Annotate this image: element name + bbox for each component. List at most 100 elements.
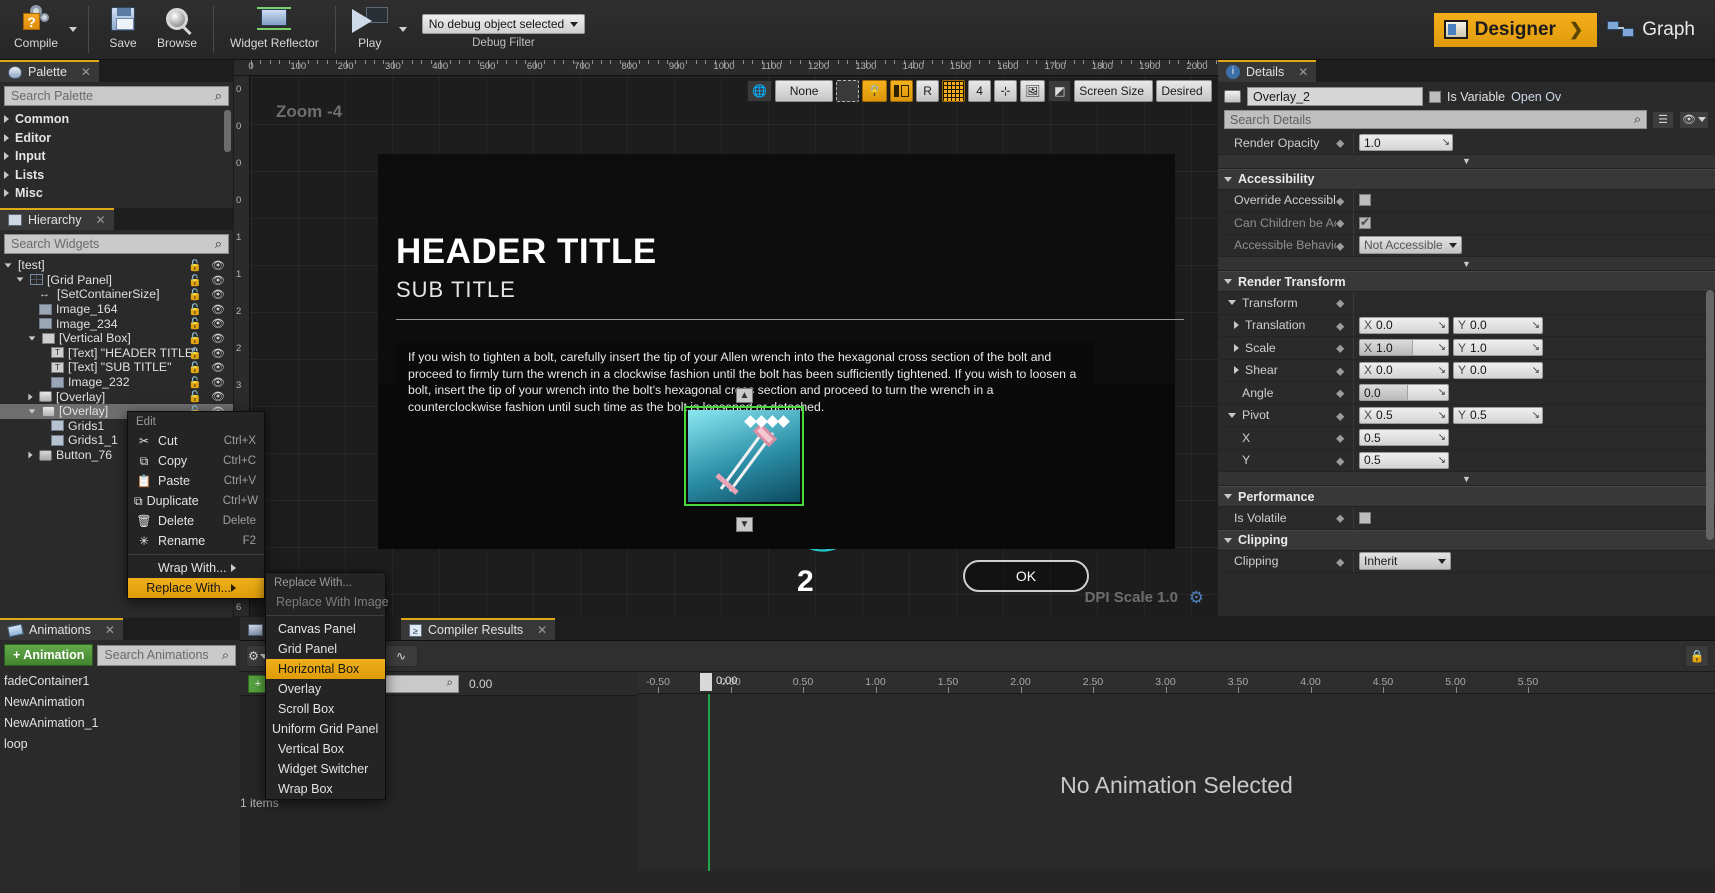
palette-category-misc[interactable]: Misc [0,184,233,203]
eye-icon[interactable]: 👁 [211,376,225,389]
hierarchy-row[interactable]: [Overlay]🔓👁 [0,389,233,404]
reset-arrow-icon[interactable]: ⬥ [1336,386,1349,400]
details-section-header[interactable]: Accessibility [1218,168,1715,190]
globe-icon[interactable]: 🌐 [747,80,773,102]
reset-arrow-icon[interactable]: ⬥ [1336,431,1349,445]
eye-icon[interactable]: 👁 [211,361,225,374]
animation-list-item[interactable]: NewAnimation [0,691,240,712]
grid-snap-size[interactable]: 4 [968,80,992,102]
details-list-view-button[interactable]: ☰ [1652,110,1674,129]
section-collapse-handle[interactable]: ▼ [1218,154,1715,169]
widget-reflector-button[interactable]: Widget Reflector [222,0,327,59]
number-input[interactable]: 0.5 ↘ [1359,451,1449,469]
reset-arrow-icon[interactable]: ⬥ [1336,319,1349,333]
fill-screen-icon[interactable]: ⊹ [994,80,1018,102]
mode-graph[interactable]: Graph [1597,13,1709,47]
gear-icon[interactable]: ⚙ [1189,588,1204,608]
chevron-right-icon[interactable] [28,393,33,401]
spinner-icon[interactable]: ↘ [1532,342,1540,353]
chevron-down-icon[interactable] [1224,279,1232,284]
close-icon[interactable]: ✕ [1298,65,1308,79]
number-input[interactable]: 0.0 ↘ [1359,384,1449,402]
eye-icon[interactable]: 👁 [211,317,225,330]
replace-option-overlay[interactable]: Overlay [266,679,385,699]
dashed-box-icon[interactable] [836,80,860,102]
lock-icon[interactable]: 🔓 [188,347,202,360]
hierarchy-row[interactable]: [Vertical Box] 🔓 👁 [0,331,233,346]
spinner-icon[interactable]: ↘ [1438,387,1446,398]
spinner-icon[interactable]: ↘ [1442,137,1450,148]
tab-hierarchy[interactable]: Hierarchy ✕ [0,208,114,230]
chevron-down-icon[interactable] [1224,537,1232,543]
reset-arrow-icon[interactable]: ⬥ [1336,409,1349,423]
reset-arrow-icon[interactable]: ⬥ [1336,296,1349,310]
browse-button[interactable]: Browse [149,0,205,59]
grid-snap-icon[interactable] [942,80,966,102]
reset-arrow-icon[interactable]: ⬥ [1336,511,1349,525]
resize-handle-top[interactable]: ▲ [736,388,753,403]
menu-item-replace-with[interactable]: Replace With... [128,578,264,598]
preview-ok-button[interactable]: OK [963,560,1089,592]
eye-icon[interactable]: 👁 [211,274,225,287]
chevron-down-icon[interactable] [4,263,12,268]
localization-icon[interactable] [890,80,914,102]
timeline-curve-editor-button[interactable]: ∿ [384,645,418,667]
menu-item-copy[interactable]: ⧉ Copy Ctrl+C [128,451,264,471]
play-button[interactable]: Play [344,0,396,59]
lock-icon[interactable]: 🔓 [188,376,202,389]
menu-item-duplicate[interactable]: ⧉ Duplicate Ctrl+W [128,491,264,511]
reset-arrow-icon[interactable]: ⬥ [1336,216,1349,230]
image-icon[interactable]: 🖼 [1020,80,1046,102]
hierarchy-row[interactable]: T [Text] "SUB TITLE" 🔓 👁 [0,360,233,375]
spinner-icon[interactable]: ↘ [1438,410,1446,421]
is-variable-checkbox[interactable] [1429,90,1441,103]
palette-category-lists[interactable]: Lists [0,166,233,185]
chevron-right-icon[interactable] [1234,343,1239,352]
rtl-toggle-button[interactable]: R [916,80,940,102]
number-input[interactable]: X 1.0 ↘ [1359,339,1449,357]
menu-item-wrap-with[interactable]: Wrap With... [128,558,264,578]
animation-list-item[interactable]: loop [0,733,240,754]
eye-icon[interactable]: 👁 [211,332,225,345]
palette-category-common[interactable]: Common [0,110,233,129]
screen-size-dropdown[interactable]: Screen Size [1074,80,1153,102]
chevron-down-icon[interactable] [1224,494,1232,499]
palette-category-input[interactable]: Input [0,147,233,166]
eye-icon[interactable]: 👁 [211,303,225,316]
replace-option-horizontal-box[interactable]: Horizontal Box [266,659,385,679]
lock-icon[interactable]: 🔓 [188,317,202,330]
number-input[interactable]: Y 0.0 ↘ [1453,361,1543,379]
reset-arrow-icon[interactable]: ⬥ [1336,194,1349,208]
search-details-input[interactable]: Search Details ⌕ [1224,110,1647,129]
replace-option-wrap-box[interactable]: Wrap Box [266,779,385,799]
menu-item-paste[interactable]: 📋 Paste Ctrl+V [128,471,264,491]
chevron-down-icon[interactable] [1228,412,1236,418]
render-opacity-input[interactable]: 1.0 ↘ [1359,134,1453,152]
spinner-icon[interactable]: ↘ [1532,320,1540,331]
hierarchy-row[interactable]: [Grid Panel] 🔓 👁 [0,273,233,288]
mirror-icon[interactable]: ◩ [1048,80,1072,102]
compile-button[interactable]: ? Compile [6,0,66,59]
close-icon[interactable]: ✕ [105,623,115,637]
reset-arrow-icon[interactable]: ⬥ [1336,364,1349,378]
chevron-down-icon[interactable] [28,336,36,341]
animation-list-item[interactable]: fadeContainer1 [0,670,240,691]
lock-icon[interactable]: 🔓 [188,332,202,345]
close-icon[interactable]: ✕ [96,213,106,227]
reset-arrow-icon[interactable]: ⬥ [1336,239,1349,253]
eye-icon[interactable]: 👁 [211,288,225,301]
replace-option-uniform-grid-panel[interactable]: Uniform Grid Panel [266,719,385,739]
widget-preview-viewport[interactable]: HEADER TITLE SUB TITLE If you wish to ti… [251,77,1218,616]
palette-category-editor[interactable]: Editor [0,129,233,148]
lock-icon[interactable]: 🔓 [188,274,202,287]
save-button[interactable]: Save [97,0,149,59]
add-animation-button[interactable]: + Animation [4,644,94,666]
menu-item-cut[interactable]: ✂ Cut Ctrl+X [128,431,264,451]
hierarchy-row[interactable]: T [Text] "HEADER TITLE" 🔓 👁 [0,346,233,361]
tab-animations[interactable]: Animations ✕ [0,618,123,640]
spinner-icon[interactable]: ↘ [1532,410,1540,421]
tab-details[interactable]: i Details ✕ [1218,60,1317,82]
property-checkbox[interactable] [1359,511,1371,524]
tab-compiler-results[interactable]: ≥ Compiler Results ✕ [401,618,556,640]
close-icon[interactable]: ✕ [537,623,547,637]
